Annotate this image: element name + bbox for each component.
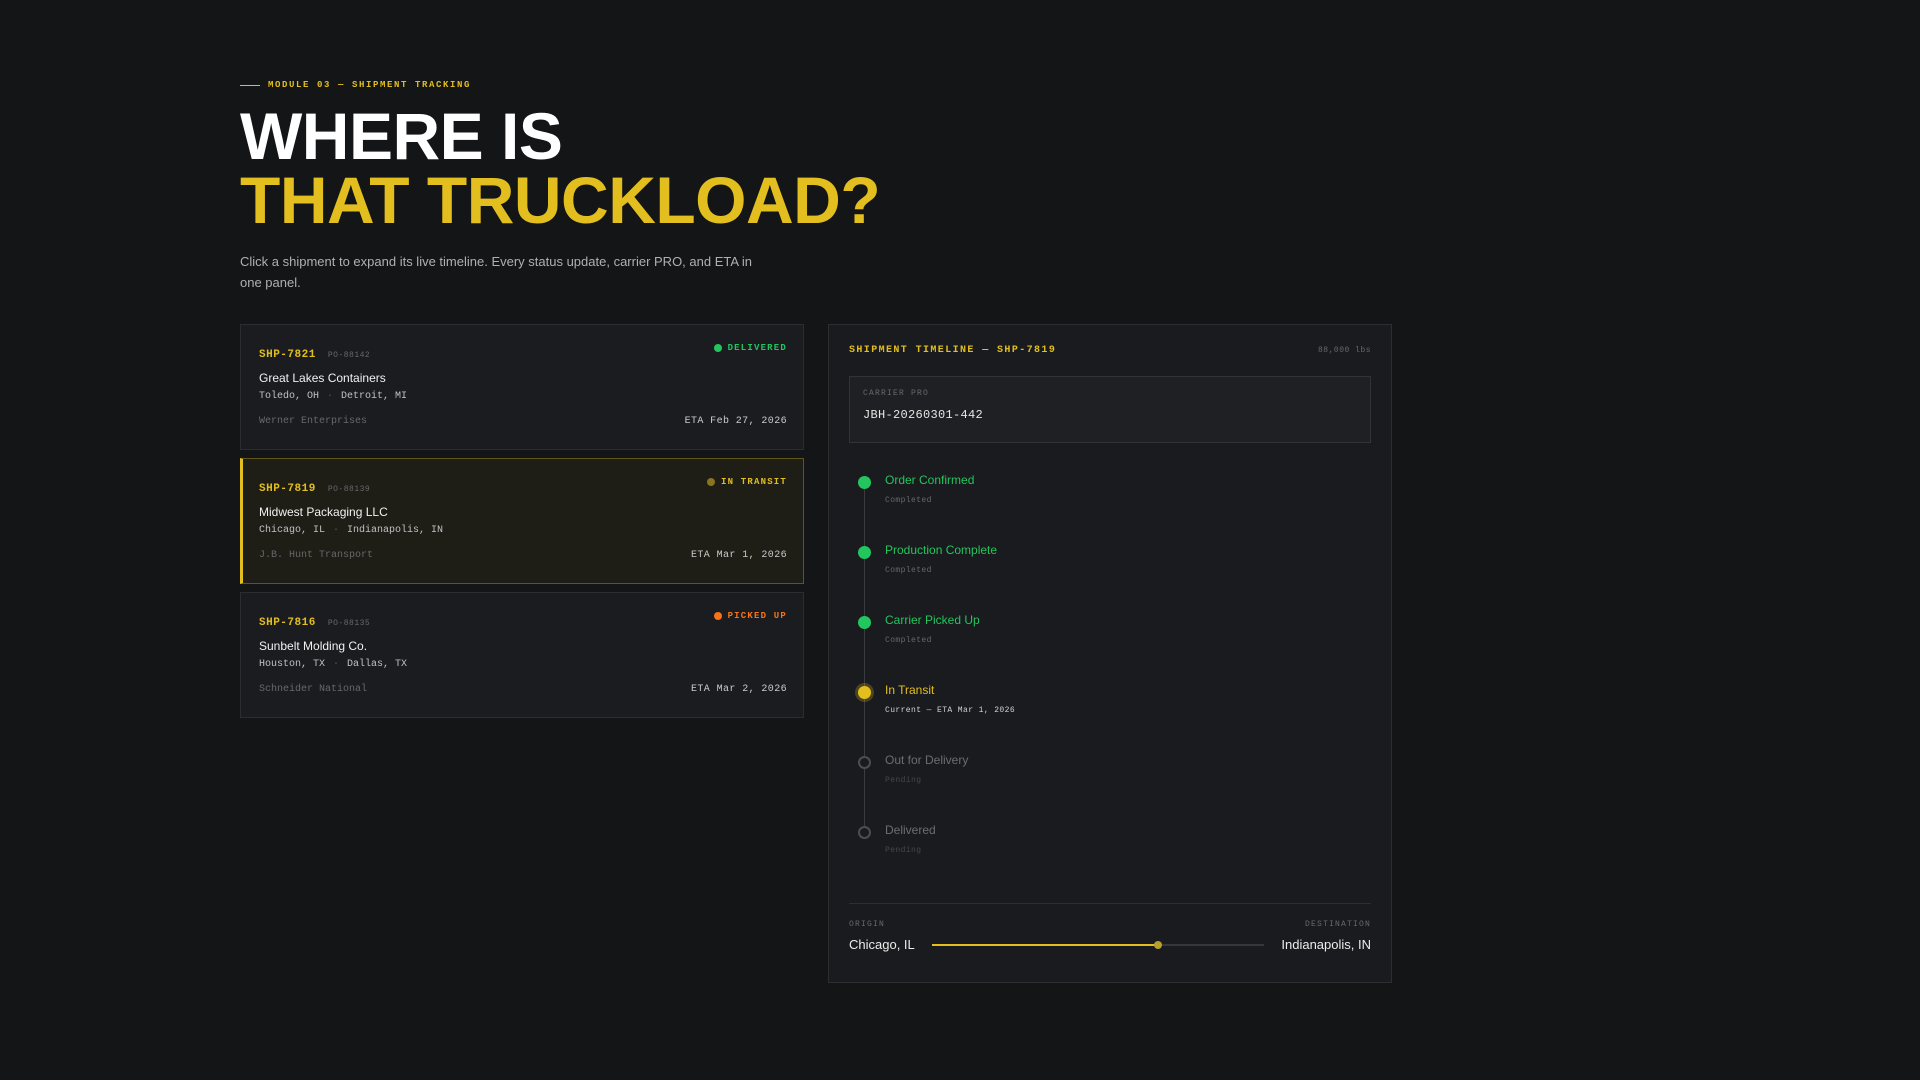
origin-label: ORIGIN — [849, 920, 886, 929]
status-badge: DELIVERED — [713, 343, 787, 353]
step-status: Pending — [885, 846, 922, 855]
timeline-step-production-complete: Production Complete Completed — [849, 543, 1371, 613]
status-text: IN TRANSIT — [720, 477, 787, 487]
customer-name: Midwest Packaging LLC — [259, 505, 388, 519]
route: Chicago, IL · Indianapolis, IN — [259, 525, 787, 536]
eyebrow-text: MODULE 03 — SHIPMENT TRACKING — [268, 80, 472, 90]
step-name: Production Complete — [885, 543, 998, 557]
truck-position-marker-icon — [1153, 940, 1162, 949]
status-dot-icon — [713, 612, 722, 620]
shipment-card-shp-7816[interactable]: SHP-7816 PO-88135 PICKED UP Sunbelt Mold… — [240, 592, 804, 718]
carrier-pro-box: CARRIER PRO JBH-20260301-442 — [849, 376, 1371, 443]
po-number: PO-88142 — [327, 351, 371, 360]
status-badge: IN TRANSIT — [706, 477, 787, 487]
route-separator: · — [333, 659, 340, 670]
route-origin: Toledo, OH — [259, 391, 320, 402]
timeline-step-order-confirmed: Order Confirmed Completed — [849, 473, 1371, 543]
status-text: PICKED UP — [727, 611, 787, 621]
shipment-id: SHP-7821 — [259, 349, 316, 361]
step-current-icon — [858, 686, 871, 699]
step-name: Delivered — [885, 823, 936, 837]
carrier-name: Werner Enterprises — [259, 416, 368, 427]
step-status: Current — ETA Mar 1, 2026 — [885, 706, 1016, 715]
page-title: WHERE IS THAT TRUCKLOAD? — [240, 99, 881, 237]
route-origin: Houston, TX — [259, 659, 326, 670]
origin-city: Chicago, IL — [849, 937, 915, 952]
step-pending-icon — [858, 826, 871, 839]
customer-name: Sunbelt Molding Co. — [259, 639, 368, 653]
shipment-id: SHP-7819 — [259, 483, 316, 495]
customer-name: Great Lakes Containers — [259, 371, 386, 385]
po-number: PO-88139 — [327, 485, 371, 494]
step-complete-icon — [858, 546, 871, 559]
step-status: Completed — [885, 566, 932, 575]
step-status: Pending — [885, 776, 922, 785]
destination-city: Indianapolis, IN — [1281, 937, 1371, 952]
eta: ETA Mar 2, 2026 — [690, 684, 787, 695]
route-progress-fill — [931, 943, 1158, 946]
route-progress: ORIGIN DESTINATION Chicago, IL Indianapo… — [849, 903, 1371, 952]
shipment-card-shp-7819[interactable]: SHP-7819 PO-88139 IN TRANSIT Midwest Pac… — [240, 458, 804, 584]
timeline-step-in-transit: In Transit Current — ETA Mar 1, 2026 — [849, 683, 1371, 753]
timeline-step-delivered: Delivered Pending — [849, 823, 1371, 893]
carrier-name: Schneider National — [259, 684, 368, 695]
shipment-list: SHP-7821 PO-88142 DELIVERED Great Lakes … — [240, 324, 804, 726]
step-status: Completed — [885, 636, 932, 645]
po-number: PO-88135 — [327, 619, 371, 628]
step-name: Carrier Picked Up — [885, 613, 980, 627]
shipment-weight: 88,000 lbs — [1317, 346, 1371, 355]
status-timeline: Order Confirmed Completed Production Com… — [849, 473, 1371, 893]
route-destination: Indianapolis, IN — [347, 525, 444, 536]
route-origin: Chicago, IL — [259, 525, 326, 536]
status-dot-icon — [706, 478, 715, 486]
status-text: DELIVERED — [727, 343, 787, 353]
shipment-id: SHP-7816 — [259, 617, 316, 629]
panel-title: SHIPMENT TIMELINE — SHP-7819 — [849, 345, 1057, 356]
route-separator: · — [327, 391, 334, 402]
eta: ETA Mar 1, 2026 — [690, 550, 787, 561]
eta: ETA Feb 27, 2026 — [684, 416, 787, 427]
shipment-card-shp-7821[interactable]: SHP-7821 PO-88142 DELIVERED Great Lakes … — [240, 324, 804, 450]
step-name: In Transit — [885, 683, 935, 697]
step-pending-icon — [858, 756, 871, 769]
step-complete-icon — [858, 616, 871, 629]
step-complete-icon — [858, 476, 871, 489]
status-dot-icon — [713, 344, 722, 352]
carrier-name: J.B. Hunt Transport — [259, 550, 374, 561]
shipment-timeline-panel: SHIPMENT TIMELINE — SHP-7819 88,000 lbs … — [828, 324, 1392, 983]
route: Toledo, OH · Detroit, MI — [259, 391, 787, 402]
module-eyebrow: MODULE 03 — SHIPMENT TRACKING — [240, 80, 471, 90]
route-destination: Detroit, MI — [341, 391, 408, 402]
carrier-pro-value: JBH-20260301-442 — [863, 408, 984, 422]
status-badge: PICKED UP — [713, 611, 787, 621]
timeline-step-out-for-delivery: Out for Delivery Pending — [849, 753, 1371, 823]
eyebrow-rule — [240, 84, 260, 86]
route: Houston, TX · Dallas, TX — [259, 659, 787, 670]
carrier-pro-label: CARRIER PRO — [863, 389, 930, 398]
destination-label: DESTINATION — [1304, 920, 1371, 929]
timeline-step-carrier-picked-up: Carrier Picked Up Completed — [849, 613, 1371, 683]
route-destination: Dallas, TX — [347, 659, 408, 670]
step-name: Order Confirmed — [885, 473, 975, 487]
step-name: Out for Delivery — [885, 753, 969, 767]
step-status: Completed — [885, 496, 932, 505]
route-separator: · — [333, 525, 340, 536]
route-progress-bar — [931, 940, 1265, 949]
page-description: Click a shipment to expand its live time… — [240, 254, 753, 290]
page-title-line-2: THAT TRUCKLOAD? — [240, 163, 881, 237]
page-title-line-1: WHERE IS — [240, 99, 563, 173]
